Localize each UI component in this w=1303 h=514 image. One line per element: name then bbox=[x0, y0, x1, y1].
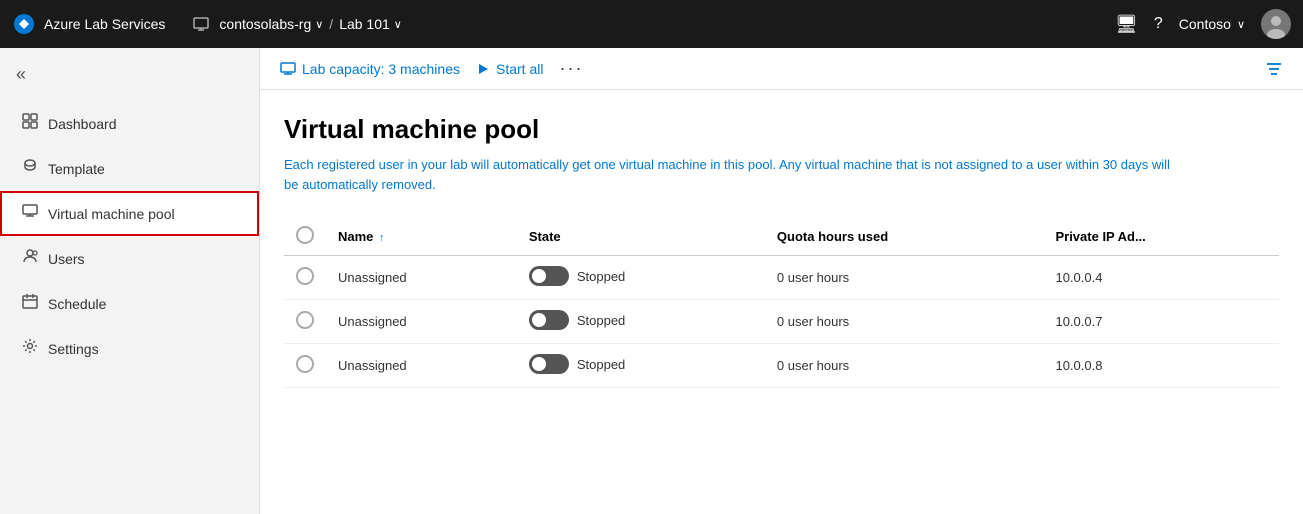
header-radio[interactable] bbox=[296, 226, 314, 244]
breadcrumb-lab[interactable]: Lab 101 ∨ bbox=[339, 16, 402, 32]
row3-state-label: Stopped bbox=[577, 357, 625, 372]
page-title: Virtual machine pool bbox=[284, 114, 1279, 145]
vm-table: Name ↑ State Quota hours used Private IP… bbox=[284, 218, 1279, 388]
filter-icon[interactable] bbox=[1265, 60, 1283, 78]
row3-state: Stopped bbox=[517, 344, 765, 388]
schedule-icon bbox=[22, 293, 38, 314]
sidebar-item-vm-pool-label: Virtual machine pool bbox=[48, 206, 175, 222]
breadcrumb-group-chevron: ∨ bbox=[315, 18, 323, 31]
row1-ip: 10.0.0.4 bbox=[1043, 256, 1279, 300]
monitor-toolbar-icon bbox=[280, 61, 296, 77]
help-icon[interactable]: ? bbox=[1154, 15, 1163, 33]
sidebar-item-users[interactable]: Users bbox=[0, 236, 259, 281]
user-chevron: ∨ bbox=[1237, 18, 1245, 31]
monitor-icon-topbar[interactable]: 🖥 bbox=[1115, 14, 1138, 35]
row1-state-label: Stopped bbox=[577, 269, 625, 284]
sidebar-item-settings-label: Settings bbox=[48, 341, 99, 357]
topbar-logo: Azure Lab Services bbox=[12, 12, 165, 36]
topbar-right: 🖥 ? Contoso ∨ bbox=[1115, 9, 1291, 39]
topbar-brand-label: Azure Lab Services bbox=[44, 16, 165, 32]
row3-toggle-switch[interactable] bbox=[529, 354, 569, 374]
col-quota: Quota hours used bbox=[765, 218, 1044, 256]
dashboard-icon bbox=[22, 113, 38, 134]
sidebar-item-schedule[interactable]: Schedule bbox=[0, 281, 259, 326]
sidebar-item-dashboard-label: Dashboard bbox=[48, 116, 117, 132]
lab-capacity-label: Lab capacity: 3 machines bbox=[302, 61, 460, 77]
vm-pool-icon bbox=[22, 203, 38, 224]
toolbar: Lab capacity: 3 machines Start all ··· bbox=[260, 48, 1303, 90]
row3-quota: 0 user hours bbox=[765, 344, 1044, 388]
topbar-breadcrumb: contosolabs-rg ∨ / Lab 101 ∨ bbox=[193, 16, 401, 32]
col-state: State bbox=[517, 218, 765, 256]
table-row: Unassigned Stopped 0 user hours 10.0.0.4 bbox=[284, 256, 1279, 300]
row2-state: Stopped bbox=[517, 300, 765, 344]
breadcrumb-group[interactable]: contosolabs-rg ∨ bbox=[219, 16, 323, 32]
table-header-row: Name ↑ State Quota hours used Private IP… bbox=[284, 218, 1279, 256]
avatar[interactable] bbox=[1261, 9, 1291, 39]
more-options-button[interactable]: ··· bbox=[559, 58, 583, 79]
col-ip: Private IP Ad... bbox=[1043, 218, 1279, 256]
row3-ip: 10.0.0.8 bbox=[1043, 344, 1279, 388]
sidebar-item-schedule-label: Schedule bbox=[48, 296, 106, 312]
row1-toggle-switch[interactable] bbox=[529, 266, 569, 286]
settings-icon bbox=[22, 338, 38, 359]
page-content: Virtual machine pool Each registered use… bbox=[260, 90, 1303, 514]
template-icon bbox=[22, 158, 38, 179]
row2-toggle-switch[interactable] bbox=[529, 310, 569, 330]
col-select bbox=[284, 218, 326, 256]
row2-state-label: Stopped bbox=[577, 313, 625, 328]
row1-toggle[interactable]: Stopped bbox=[529, 266, 625, 286]
row3-select bbox=[284, 344, 326, 388]
row1-select bbox=[284, 256, 326, 300]
sidebar-item-users-label: Users bbox=[48, 251, 85, 267]
page-description: Each registered user in your lab will au… bbox=[284, 155, 1184, 194]
sort-arrow-icon: ↑ bbox=[379, 232, 385, 244]
row2-select bbox=[284, 300, 326, 344]
row1-state: Stopped bbox=[517, 256, 765, 300]
sidebar-item-settings[interactable]: Settings bbox=[0, 326, 259, 371]
start-all-label: Start all bbox=[496, 61, 543, 77]
sidebar-collapse-button[interactable]: « bbox=[0, 56, 259, 93]
row1-name: Unassigned bbox=[326, 256, 517, 300]
play-icon bbox=[476, 62, 490, 76]
sidebar-item-dashboard[interactable]: Dashboard bbox=[0, 101, 259, 146]
row1-quota: 0 user hours bbox=[765, 256, 1044, 300]
sidebar-item-virtual-machine-pool[interactable]: Virtual machine pool bbox=[0, 191, 259, 236]
row1-radio[interactable] bbox=[296, 267, 314, 285]
start-all-button[interactable]: Start all bbox=[476, 61, 543, 77]
row3-toggle[interactable]: Stopped bbox=[529, 354, 625, 374]
breadcrumb-lab-chevron: ∨ bbox=[394, 18, 402, 31]
topbar-user[interactable]: Contoso ∨ bbox=[1179, 16, 1245, 32]
content-area: Lab capacity: 3 machines Start all ··· V… bbox=[260, 48, 1303, 514]
row2-radio[interactable] bbox=[296, 311, 314, 329]
col-name[interactable]: Name ↑ bbox=[326, 218, 517, 256]
sidebar-item-template[interactable]: Template bbox=[0, 146, 259, 191]
row2-name: Unassigned bbox=[326, 300, 517, 344]
main-layout: « Dashboard bbox=[0, 48, 1303, 514]
lab-capacity-item[interactable]: Lab capacity: 3 machines bbox=[280, 61, 460, 77]
table-row: Unassigned Stopped 0 user hours 10.0.0.8 bbox=[284, 344, 1279, 388]
users-icon bbox=[22, 248, 38, 269]
sidebar: « Dashboard bbox=[0, 48, 260, 514]
row3-name: Unassigned bbox=[326, 344, 517, 388]
row2-toggle[interactable]: Stopped bbox=[529, 310, 625, 330]
topbar: Azure Lab Services contosolabs-rg ∨ / La… bbox=[0, 0, 1303, 48]
sidebar-item-template-label: Template bbox=[48, 161, 105, 177]
table-row: Unassigned Stopped 0 user hours 10.0.0.7 bbox=[284, 300, 1279, 344]
row3-radio[interactable] bbox=[296, 355, 314, 373]
monitor-icon bbox=[193, 16, 209, 32]
row2-quota: 0 user hours bbox=[765, 300, 1044, 344]
sidebar-nav: Dashboard Template bbox=[0, 101, 259, 371]
row2-ip: 10.0.0.7 bbox=[1043, 300, 1279, 344]
